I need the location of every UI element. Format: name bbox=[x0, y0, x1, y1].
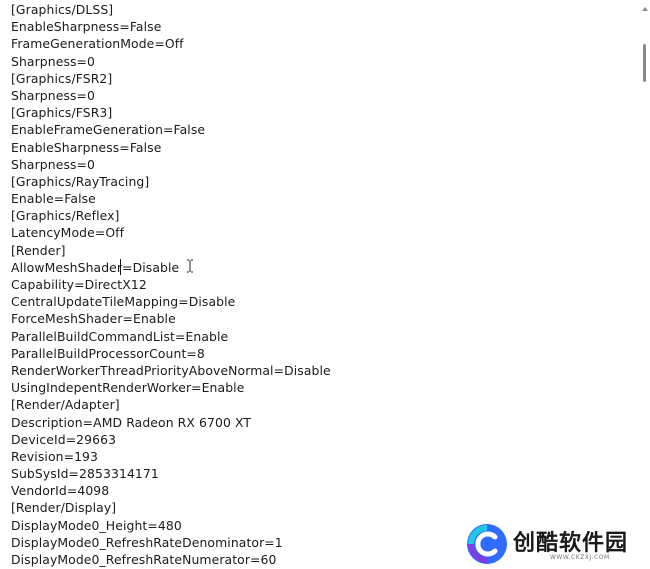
editor-line[interactable]: [Graphics/DLSS] bbox=[11, 1, 331, 18]
editor-line[interactable]: [Graphics/Reflex] bbox=[11, 207, 331, 224]
editor-line[interactable]: [Graphics/FSR2] bbox=[11, 70, 331, 87]
watermark: 创酷软件园 WWW.CKZXJ.COM bbox=[450, 519, 650, 569]
editor-line[interactable]: UsingIndepentRenderWorker=Enable bbox=[11, 379, 331, 396]
editor-line[interactable]: EnableSharpness=False bbox=[11, 139, 331, 156]
editor-line[interactable]: Enable=False bbox=[11, 190, 331, 207]
editor-line[interactable]: [Graphics/RayTracing] bbox=[11, 173, 331, 190]
text-caret bbox=[120, 259, 121, 275]
editor-line[interactable]: RenderWorkerThreadPriorityAboveNormal=Di… bbox=[11, 362, 331, 379]
editor-line[interactable]: DisplayMode0_RefreshRateDenominator=1 bbox=[11, 534, 331, 551]
editor-line[interactable]: Sharpness=0 bbox=[11, 87, 331, 104]
watermark-url: WWW.CKZXJ.COM bbox=[550, 554, 610, 561]
editor-line[interactable]: Revision=193 bbox=[11, 448, 331, 465]
editor-line[interactable]: ParallelBuildCommandList=Enable bbox=[11, 328, 331, 345]
editor-line[interactable]: ParallelBuildProcessorCount=8 bbox=[11, 345, 331, 362]
brand-logo-icon bbox=[467, 524, 507, 564]
editor-line[interactable]: VendorId=4098 bbox=[11, 482, 331, 499]
editor-line[interactable]: [Graphics/FSR3] bbox=[11, 104, 331, 121]
editor-line[interactable]: FrameGenerationMode=Off bbox=[11, 35, 331, 52]
vertical-scrollbar[interactable] bbox=[640, 0, 650, 569]
editor-line[interactable]: EnableFrameGeneration=False bbox=[11, 121, 331, 138]
ibeam-cursor-icon bbox=[187, 259, 193, 273]
editor-line[interactable]: Capability=DirectX12 bbox=[11, 276, 331, 293]
text-editor[interactable]: [Graphics/DLSS] EnableSharpness=False Fram… bbox=[0, 0, 640, 569]
editor-line[interactable]: LatencyMode=Off bbox=[11, 224, 331, 241]
editor-line[interactable]: Description=AMD Radeon RX 6700 XT bbox=[11, 414, 331, 431]
editor-line[interactable]: ForceMeshShader=Enable bbox=[11, 310, 331, 327]
editor-line[interactable]: [Render/Display] bbox=[11, 499, 331, 516]
editor-line[interactable]: AllowMeshShader=Disable bbox=[11, 259, 331, 276]
editor-line[interactable]: [Render] bbox=[11, 242, 331, 259]
watermark-name: 创酷软件园 bbox=[513, 531, 629, 556]
editor-line[interactable]: SubSysId=2853314171 bbox=[11, 465, 331, 482]
editor-line[interactable]: Sharpness=0 bbox=[11, 53, 331, 70]
editor-line[interactable]: Sharpness=0 bbox=[11, 156, 331, 173]
editor-line[interactable]: EnableSharpness=False bbox=[11, 18, 331, 35]
editor-line[interactable]: CentralUpdateTileMapping=Disable bbox=[11, 293, 331, 310]
editor-line[interactable]: DisplayMode0_Height=480 bbox=[11, 517, 331, 534]
scrollbar-thumb[interactable] bbox=[643, 44, 646, 82]
editor-line[interactable]: DisplayMode0_RefreshRateNumerator=60 bbox=[11, 551, 331, 568]
scroll-up-arrow-icon[interactable] bbox=[642, 7, 648, 11]
editor-line[interactable]: [Render/Adapter] bbox=[11, 396, 331, 413]
editor-lines[interactable]: [Graphics/DLSS] EnableSharpness=False Fram… bbox=[11, 1, 331, 568]
editor-line[interactable]: DeviceId=29663 bbox=[11, 431, 331, 448]
